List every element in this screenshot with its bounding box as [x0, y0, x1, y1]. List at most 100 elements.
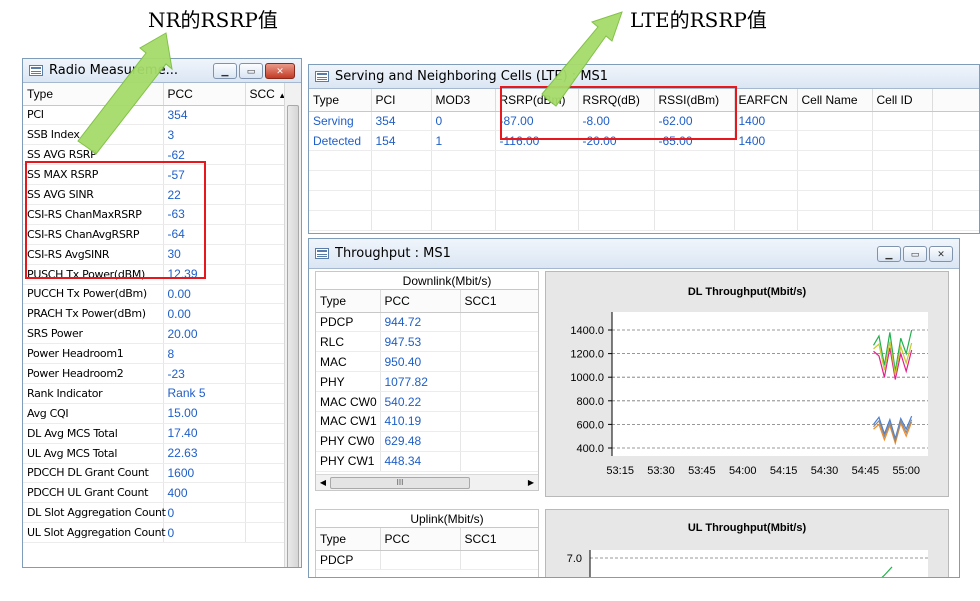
nr-rsrp-annotation: NR的RSRP值	[148, 8, 278, 32]
window-table-icon	[315, 248, 329, 259]
column-header[interactable]: RSSI(dBm)	[654, 89, 735, 112]
radio-window-titlebar[interactable]: Radio Measureme... ▁ ▭ ✕	[23, 59, 301, 83]
column-header[interactable]: MOD3	[431, 89, 496, 112]
maximize-button[interactable]: ▭	[239, 62, 263, 79]
row-pcc-value: 0	[163, 502, 246, 524]
column-header[interactable]: RSRQ(dB)	[578, 89, 655, 112]
table-row[interactable]: SSB Index 3	[23, 124, 286, 146]
scroll-right-icon[interactable]: ▶	[524, 478, 538, 487]
close-button[interactable]: ✕	[929, 245, 953, 262]
cell-value: -62.00	[654, 111, 735, 132]
table-row[interactable]: RLC 947.53	[316, 331, 538, 353]
table-row[interactable]: DL Slot Aggregation Count 0	[23, 502, 286, 524]
table-row[interactable]: UL Slot Aggregation Count 0	[23, 522, 286, 544]
y-tick-label: 7.0	[567, 553, 582, 565]
row-type: PHY	[316, 371, 381, 393]
scrollbar-thumb[interactable]	[287, 105, 299, 567]
table-row[interactable]: Detected 154 1 -116.00 -20.00 -65.00 1400	[309, 130, 979, 152]
table-row[interactable]: PDCP	[316, 550, 538, 571]
table-row[interactable]: Avg CQI 15.00	[23, 403, 286, 424]
table-row[interactable]: PHY CW0 629.48	[316, 431, 538, 452]
x-tick-label: 54:45	[852, 465, 880, 477]
dl-chart-svg: 1400.0 1200.0 1000.0 800.0 600.0 400.053:15 53…	[570, 312, 928, 477]
serving-window-titlebar[interactable]: Serving and Neighboring Cells (LTE) : MS…	[309, 65, 979, 89]
column-header[interactable]: PCI	[371, 89, 432, 112]
table-row[interactable]: PDCCH DL Grant Count 1600	[23, 463, 286, 484]
cell-value	[932, 130, 979, 152]
table-row[interactable]: UL Avg MCS Total 22.63	[23, 443, 286, 464]
close-button[interactable]: ✕	[265, 62, 295, 79]
row-type: MAC CW1	[316, 411, 381, 432]
empty-cell	[371, 170, 432, 192]
table-row[interactable]: CSI-RS AvgSINR 30	[23, 244, 286, 265]
y-tick-label: 800.0	[576, 396, 604, 408]
table-row[interactable]: PUSCH Tx Power(dBM) 12.39	[23, 264, 286, 285]
row-scc-value	[245, 204, 286, 225]
empty-cell	[309, 170, 372, 192]
column-header-scc1[interactable]: SCC1	[460, 528, 538, 551]
table-row[interactable]: Rank Indicator Rank 5	[23, 383, 286, 404]
column-header-pcc[interactable]: PCC	[163, 83, 246, 106]
empty-cell	[797, 170, 873, 192]
column-header[interactable]: EARFCN	[734, 89, 798, 112]
table-row[interactable]: MAC CW0 540.22	[316, 391, 538, 412]
table-row[interactable]: CSI-RS ChanMaxRSRP -63	[23, 204, 286, 225]
empty-cell	[932, 170, 979, 192]
table-row[interactable]: Power Headroom2 -23	[23, 363, 286, 384]
table-row[interactable]: MAC CW1 410.19	[316, 411, 538, 432]
downlink-table: Type PCC SCC1 PDCP 944.72 RLC 947.53 MAC 950.…	[316, 290, 538, 472]
column-header-type[interactable]: Type	[316, 290, 381, 313]
radio-window-title: Radio Measureme...	[49, 63, 178, 78]
table-row[interactable]: SS AVG SINR 22	[23, 184, 286, 205]
table-row[interactable]: PDCCH UL Grant Count 400	[23, 482, 286, 504]
empty-cell	[495, 150, 579, 172]
minimize-button[interactable]: ▁	[877, 245, 901, 262]
scroll-left-icon[interactable]: ◀	[316, 478, 330, 487]
column-header-scc1[interactable]: SCC1	[460, 290, 538, 313]
column-header-pcc[interactable]: PCC	[380, 528, 461, 551]
minimize-button[interactable]: ▁	[213, 62, 237, 79]
throughput-window-titlebar[interactable]: Throughput : MS1 ▁ ▭ ✕	[309, 239, 959, 269]
table-row[interactable]: MAC 950.40	[316, 351, 538, 373]
column-header[interactable]: RSRP(dBm)	[495, 89, 579, 112]
column-header[interactable]: Type	[309, 89, 372, 112]
column-header[interactable]: Cell Name	[797, 89, 873, 112]
y-tick-label: 600.0	[576, 419, 604, 431]
maximize-button[interactable]: ▭	[903, 245, 927, 262]
x-tick-label: 53:30	[647, 465, 675, 477]
table-row[interactable]: PHY CW1 448.34	[316, 451, 538, 472]
row-scc-value	[245, 482, 286, 504]
column-header-pcc[interactable]: PCC	[380, 290, 461, 313]
table-row[interactable]: DL Avg MCS Total 17.40	[23, 423, 286, 444]
row-scc-value	[245, 363, 286, 384]
cell-value	[932, 111, 979, 132]
table-row[interactable]: SS MAX RSRP -57	[23, 164, 286, 186]
table-row[interactable]: PRACH Tx Power(dBm) 0.00	[23, 303, 286, 325]
empty-cell	[734, 190, 798, 211]
table-row[interactable]: PUCCH Tx Power(dBm) 0.00	[23, 284, 286, 305]
row-type: Rank Indicator	[23, 383, 164, 404]
downlink-horizontal-scrollbar[interactable]: ◀ III ▶	[316, 474, 538, 490]
table-row[interactable]: Serving 354 0 -87.00 -8.00 -62.00 1400	[309, 111, 979, 132]
cell-value	[872, 130, 933, 152]
cell-value: -20.00	[578, 130, 655, 152]
radio-vertical-scrollbar[interactable]	[284, 83, 301, 567]
table-row[interactable]: PHY 1077.82	[316, 371, 538, 393]
table-row[interactable]: SRS Power 20.00	[23, 323, 286, 345]
table-row[interactable]: PCI 354	[23, 105, 286, 126]
empty-cell	[654, 190, 735, 211]
cell-value: 354	[371, 111, 432, 132]
table-row[interactable]: PDCP 944.72	[316, 312, 538, 333]
table-row[interactable]: SS AVG RSRP -62	[23, 144, 286, 166]
scrollbar-thumb[interactable]: III	[330, 476, 470, 489]
x-tick-label: 53:45	[688, 465, 716, 477]
column-header-type[interactable]: Type	[23, 83, 164, 106]
column-header[interactable]: Cell ID	[872, 89, 933, 112]
column-header-scc[interactable]: SCC ▲	[245, 83, 286, 106]
column-header[interactable]	[932, 89, 979, 112]
column-header-type[interactable]: Type	[316, 528, 381, 551]
dl-throughput-chart: DL Throughput(Mbit/s) 1400.0 1200.0 1000.0…	[545, 271, 949, 497]
row-pcc-value: 30	[163, 244, 246, 265]
table-row[interactable]: CSI-RS ChanAvgRSRP -64	[23, 224, 286, 245]
table-row[interactable]: Power Headroom1 8	[23, 343, 286, 365]
